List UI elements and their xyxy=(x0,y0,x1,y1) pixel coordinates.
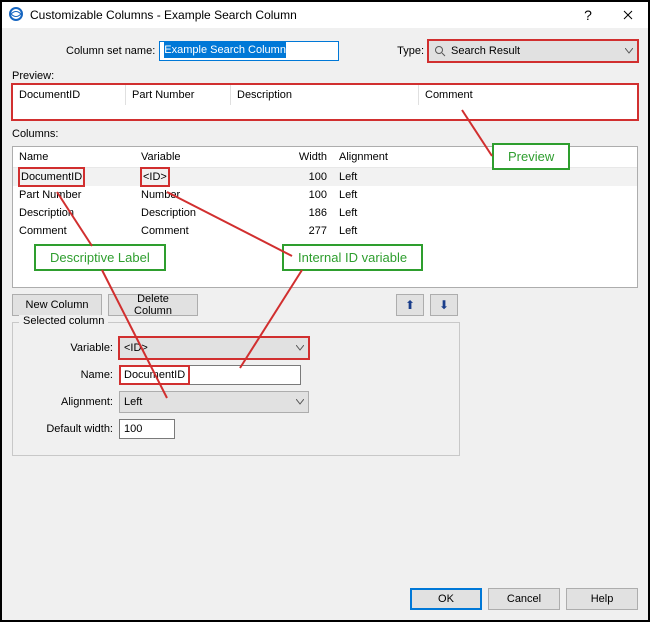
variable-label: Variable: xyxy=(21,342,113,354)
column-set-name-label: Column set name: xyxy=(66,45,155,57)
help-button[interactable]: ? xyxy=(568,2,608,28)
window-title: Customizable Columns - Example Search Co… xyxy=(30,8,568,22)
chevron-down-icon xyxy=(625,45,633,57)
new-column-button[interactable]: New Column xyxy=(12,294,102,316)
preview-label: Preview: xyxy=(2,68,648,84)
close-button[interactable] xyxy=(608,2,648,28)
table-row[interactable]: Description Description 186 Left xyxy=(13,204,637,222)
preview-header: Part Number xyxy=(126,85,231,105)
arrow-up-icon: ⬆ xyxy=(405,298,415,312)
alignment-label: Alignment: xyxy=(21,396,113,408)
chevron-down-icon xyxy=(296,342,304,354)
table-row[interactable]: DocumentID <ID> 100 Left xyxy=(13,168,637,186)
table-row[interactable]: Part Number Number 100 Left xyxy=(13,186,637,204)
help-footer-button[interactable]: Help xyxy=(566,588,638,610)
table-row[interactable]: Comment Comment 277 Left xyxy=(13,222,637,240)
move-up-button[interactable]: ⬆ xyxy=(396,294,424,316)
delete-column-button[interactable]: Delete Column xyxy=(108,294,198,316)
titlebar: Customizable Columns - Example Search Co… xyxy=(2,2,648,29)
type-value: Search Result xyxy=(451,45,520,57)
preview-header: DocumentID xyxy=(13,85,126,105)
callout-descriptive-label: Descriptive Label xyxy=(34,244,166,271)
type-label: Type: xyxy=(397,45,424,57)
cancel-button[interactable]: Cancel xyxy=(488,588,560,610)
name-input[interactable]: DocumentID xyxy=(119,365,301,385)
default-width-input[interactable] xyxy=(119,419,175,439)
column-set-name-input[interactable]: Example Search Column xyxy=(159,41,339,61)
callout-preview: Preview xyxy=(492,143,570,170)
move-down-button[interactable]: ⬇ xyxy=(430,294,458,316)
selected-column-legend: Selected column xyxy=(19,315,108,327)
arrow-down-icon: ⬇ xyxy=(439,298,449,312)
ok-button[interactable]: OK xyxy=(410,588,482,610)
preview-box: DocumentID Part Number Description Comme… xyxy=(12,84,638,120)
selected-column-group: Selected column Variable: <ID> Name: Doc… xyxy=(12,322,460,456)
name-label: Name: xyxy=(21,369,113,381)
search-icon xyxy=(433,44,447,58)
callout-internal-id: Internal ID variable xyxy=(282,244,423,271)
chevron-down-icon xyxy=(296,396,304,408)
default-width-label: Default width: xyxy=(21,423,113,435)
columns-label: Columns: xyxy=(2,126,648,142)
alignment-dropdown[interactable]: Left xyxy=(119,391,309,413)
preview-header: Description xyxy=(231,85,419,105)
type-dropdown[interactable]: Search Result xyxy=(428,40,638,62)
preview-header: Comment xyxy=(419,85,501,105)
app-icon xyxy=(8,6,24,25)
variable-dropdown[interactable]: <ID> xyxy=(119,337,309,359)
